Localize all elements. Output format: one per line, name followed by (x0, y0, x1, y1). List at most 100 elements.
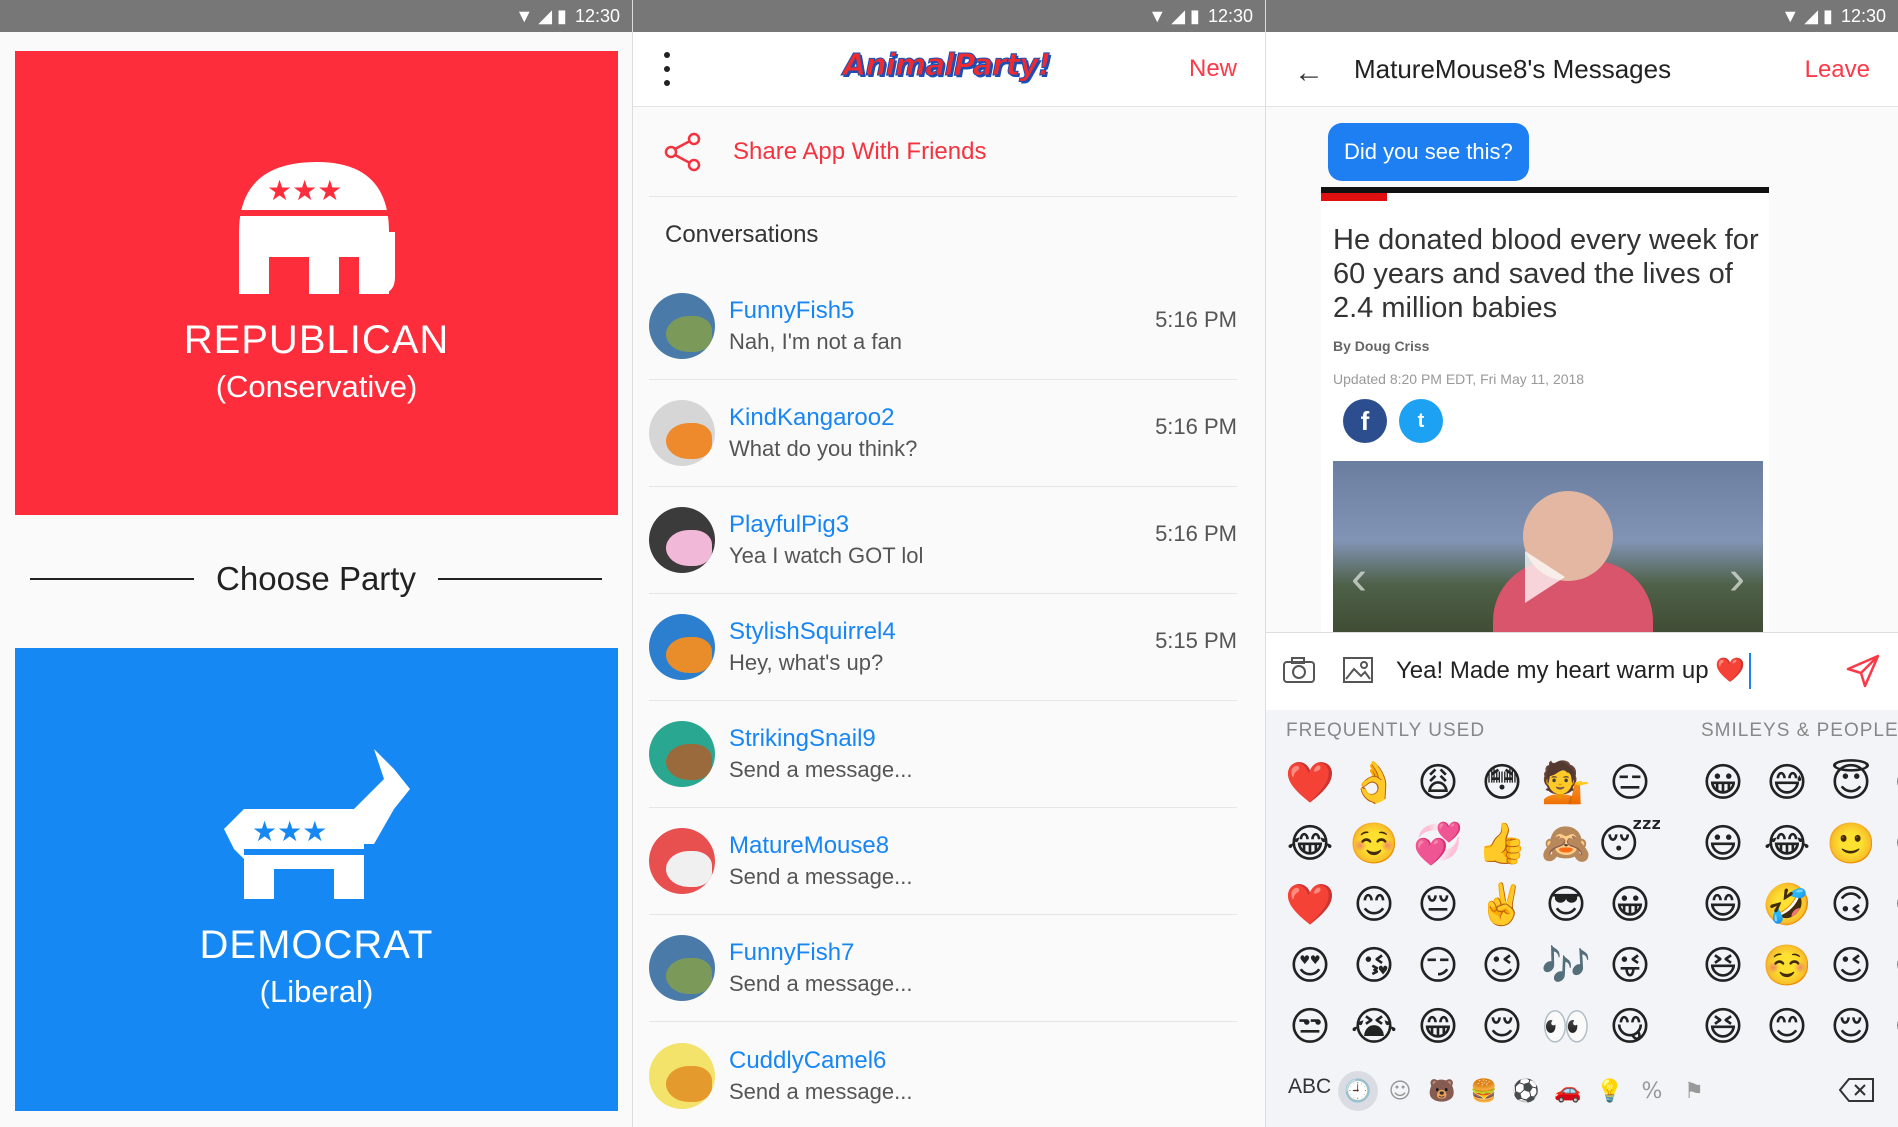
conversation-item[interactable]: StylishSquirrel4 Hey, what's up? 5:15 PM (649, 594, 1237, 701)
conversation-item[interactable]: MatureMouse8 Send a message... (649, 808, 1237, 915)
emoji-key[interactable]: 😌 (1819, 996, 1883, 1057)
democrat-button[interactable]: ★★★ DEMOCRAT (Liberal) (15, 648, 618, 1111)
choose-party-divider: Choose Party (30, 560, 602, 598)
emoji-key[interactable]: 😑 (1598, 752, 1662, 813)
emoji-key[interactable]: 💞 (1406, 813, 1470, 874)
food-icon[interactable]: 🍔 (1464, 1071, 1504, 1111)
emoji-key[interactable]: 😩 (1406, 752, 1470, 813)
symbols-icon[interactable]: % (1632, 1071, 1672, 1111)
emoji-key[interactable]: 😃 (1691, 813, 1755, 874)
back-arrow-icon[interactable]: ← (1294, 56, 1324, 90)
flag-icon[interactable]: ⚑ (1674, 1071, 1714, 1111)
republican-button[interactable]: ★★★ REPUBLICAN (Conservative) (15, 51, 618, 515)
chevron-left-icon[interactable]: ‹ (1351, 551, 1367, 606)
conversation-item[interactable]: StrikingSnail9 Send a message... (649, 701, 1237, 808)
emoji-key[interactable]: 😀 (1598, 874, 1662, 935)
smileys-label: SMILEYS & PEOPLE (1701, 720, 1898, 741)
emoji-key[interactable]: 🙂 (1819, 813, 1883, 874)
message-composer: Yea! Made my heart warm up ❤️ (1266, 632, 1898, 710)
emoji-key[interactable]: ☺️ (1342, 813, 1406, 874)
image-icon[interactable] (1342, 655, 1374, 685)
conversation-item[interactable]: KindKangaroo2 What do you think? 5:16 PM (649, 380, 1237, 487)
donkey-icon: ★★★ (223, 749, 410, 899)
play-icon[interactable] (1525, 551, 1565, 603)
backspace-icon[interactable] (1839, 1077, 1875, 1103)
emoji-key[interactable]: 😇 (1819, 752, 1883, 813)
emoji-key[interactable]: 😊 (1342, 874, 1406, 935)
send-icon[interactable] (1845, 653, 1881, 689)
new-conversation-button[interactable]: New (1189, 55, 1237, 83)
conversation-preview: Yea I watch GOT lol (729, 543, 924, 568)
emoji-key[interactable]: 😆 (1691, 996, 1755, 1057)
emoji-key[interactable]: 😁 (1883, 935, 1898, 996)
status-bar: ▼ ◢ ▮ 12:30 (633, 0, 1265, 32)
emoji-key[interactable]: 😋 (1598, 996, 1662, 1057)
emoji-key[interactable]: 😁 (1406, 996, 1470, 1057)
emoji-key[interactable]: 😏 (1406, 935, 1470, 996)
shared-article-card[interactable]: He donated blood every week for 60 years… (1321, 187, 1769, 632)
emoji-key[interactable]: 😂 (1755, 813, 1819, 874)
leave-button[interactable]: Leave (1805, 56, 1870, 84)
emoji-key[interactable]: 😉 (1470, 935, 1534, 996)
emoji-key[interactable]: 😊 (1755, 996, 1819, 1057)
emoji-key[interactable]: 😉 (1819, 935, 1883, 996)
messages-app-bar: ← MatureMouse8's Messages Leave (1266, 32, 1898, 107)
emoji-key[interactable]: ✌️ (1470, 874, 1534, 935)
emoji-key[interactable]: 👀 (1534, 996, 1598, 1057)
emoji-key[interactable]: 💁 (1534, 752, 1598, 813)
emoji-key[interactable]: 😳 (1470, 752, 1534, 813)
article-video[interactable]: ‹ › (1333, 461, 1763, 632)
emoji-key[interactable]: 😜 (1883, 813, 1898, 874)
conversation-name: CuddlyCamel6 (729, 1046, 887, 1074)
conversation-name: StrikingSnail9 (729, 725, 876, 752)
facebook-icon[interactable]: f (1343, 399, 1387, 443)
twitter-icon[interactable]: t (1399, 399, 1443, 443)
emoji-key[interactable]: 🙃 (1819, 874, 1883, 935)
emoji-key[interactable]: 😔 (1406, 874, 1470, 935)
more-menu-icon[interactable] (657, 52, 677, 86)
emoji-key[interactable]: 🤣 (1755, 874, 1819, 935)
conversation-item[interactable]: FunnyFish7 Send a message... (649, 915, 1237, 1022)
emoji-key[interactable]: 😄 (1691, 874, 1755, 935)
emoji-key[interactable]: 😆 (1691, 935, 1755, 996)
message-input[interactable]: Yea! Made my heart warm up ❤️ (1396, 653, 1752, 689)
emoji-key[interactable]: 😎 (1534, 874, 1598, 935)
emoji-key[interactable]: 😂 (1278, 813, 1342, 874)
conversation-preview: Send a message... (729, 1078, 913, 1104)
chevron-right-icon[interactable]: › (1729, 551, 1745, 606)
emoji-key[interactable]: 😴 (1598, 813, 1662, 874)
conversation-item[interactable]: CuddlyCamel6 Send a message... (649, 1022, 1237, 1127)
emoji-key[interactable]: 😒 (1278, 996, 1342, 1057)
emoji-key[interactable]: 😁 (1883, 752, 1898, 813)
emoji-key[interactable]: 😅 (1755, 752, 1819, 813)
animal-icon[interactable]: 🐻 (1422, 1071, 1462, 1111)
camera-icon[interactable] (1282, 655, 1316, 685)
ball-icon[interactable]: ⚽ (1506, 1071, 1546, 1111)
conversation-title: MatureMouse8's Messages (1354, 54, 1672, 84)
emoji-key[interactable]: 😀 (1691, 752, 1755, 813)
smiley-icon[interactable]: ☺ (1380, 1071, 1420, 1111)
emoji-key[interactable]: 😀 (1883, 874, 1898, 935)
emoji-key[interactable]: ❤️ (1278, 752, 1342, 813)
emoji-key[interactable]: 😀 (1883, 996, 1898, 1057)
car-icon[interactable]: 🚗 (1548, 1071, 1588, 1111)
emoji-key[interactable]: 👌 (1342, 752, 1406, 813)
share-app-button[interactable]: Share App With Friends (649, 107, 1237, 197)
emoji-key[interactable]: 🎶 (1534, 935, 1598, 996)
emoji-key[interactable]: 😘 (1342, 935, 1406, 996)
conversation-item[interactable]: FunnyFish5 Nah, I'm not a fan 5:16 PM (649, 273, 1237, 380)
emoji-key[interactable]: ❤️ (1278, 874, 1342, 935)
emoji-key[interactable]: 😭 (1342, 996, 1406, 1057)
emoji-key[interactable]: 🙈 (1534, 813, 1598, 874)
avatar (649, 507, 715, 573)
emoji-key[interactable]: ☺️ (1755, 935, 1819, 996)
emoji-key[interactable]: 😌 (1470, 996, 1534, 1057)
conversation-time: 5:16 PM (1155, 521, 1237, 546)
bulb-icon[interactable]: 💡 (1590, 1071, 1630, 1111)
conversation-item[interactable]: PlayfulPig3 Yea I watch GOT lol 5:16 PM (649, 487, 1237, 594)
abc-key[interactable]: ABC (1288, 1075, 1331, 1099)
emoji-key[interactable]: 😜 (1598, 935, 1662, 996)
emoji-key[interactable]: 😍 (1278, 935, 1342, 996)
recent-icon[interactable]: 🕘 (1338, 1071, 1378, 1111)
emoji-key[interactable]: 👍 (1470, 813, 1534, 874)
